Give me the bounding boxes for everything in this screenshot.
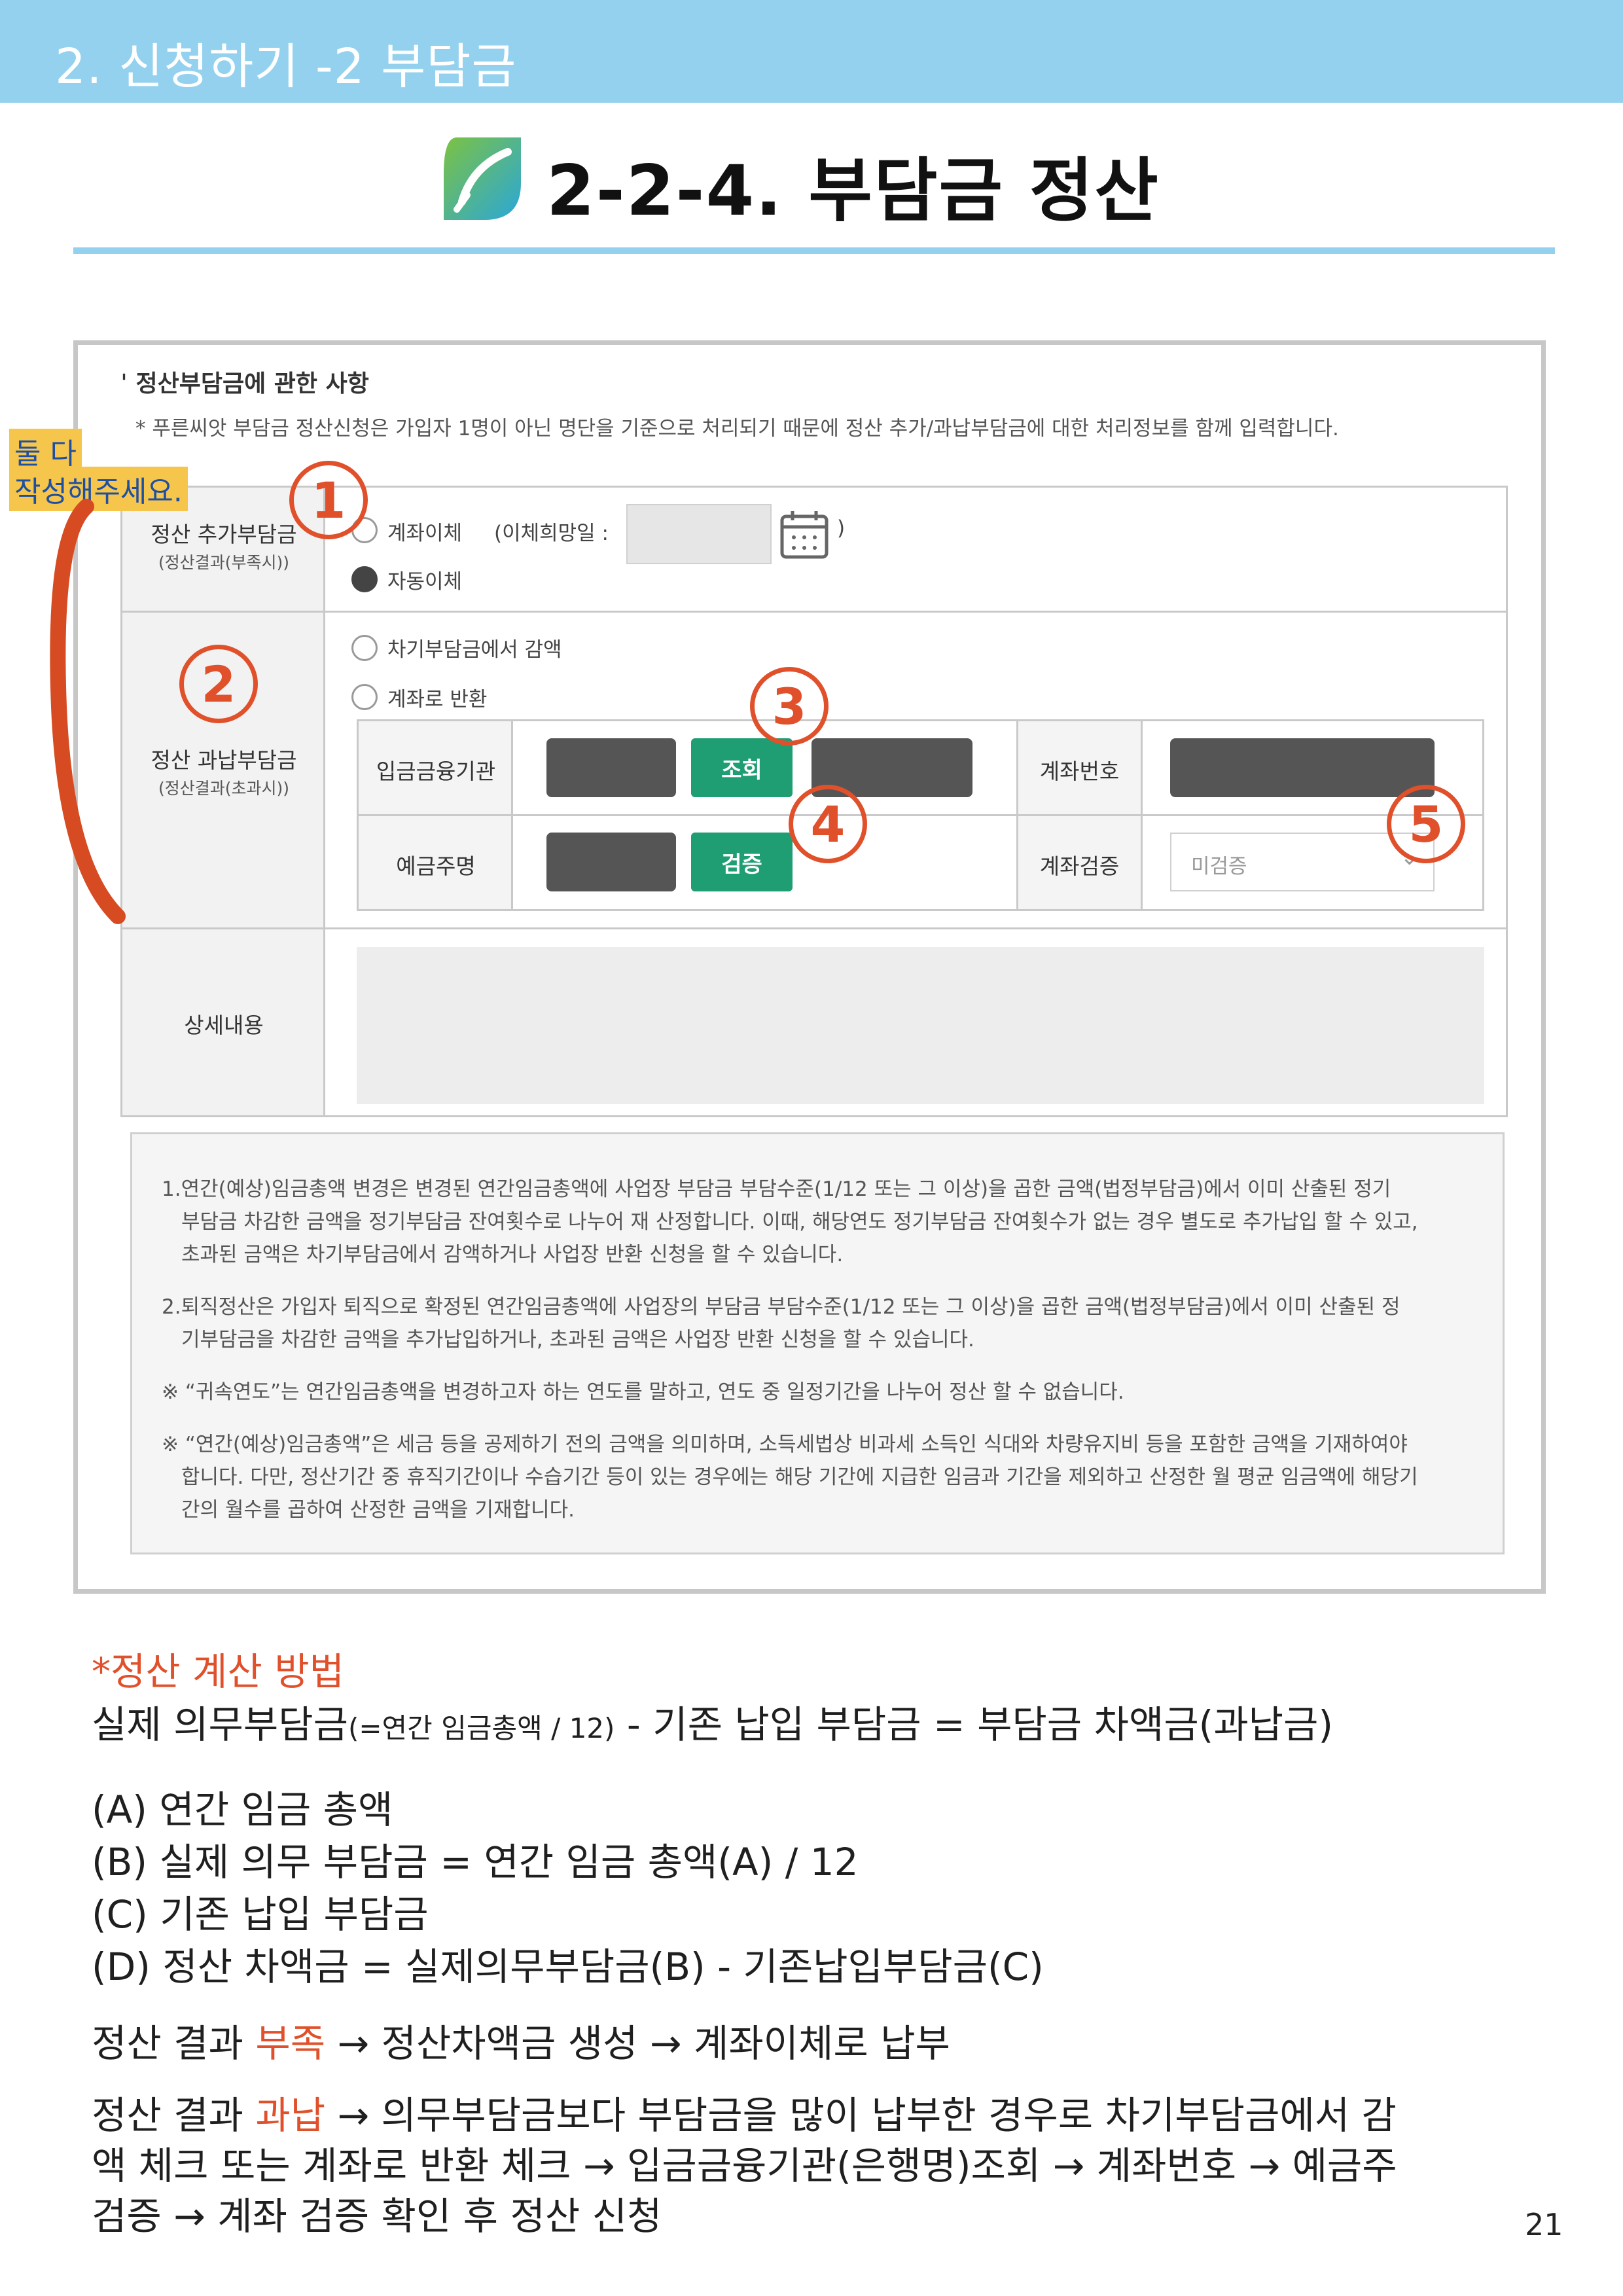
section-note: * 푸른씨앗 부담금 정산신청은 가입자 1명이 아닌 명단을 기준으로 처리되… [135,417,1339,440]
formula-part-c: - 기존 납입 부담금 = 부담금 차액금(과납금) [615,1702,1334,1747]
verify-status-value: 미검증 [1191,855,1247,878]
row3-label: 상세내용 [184,1013,264,1038]
formula-line: 실제 의무부담금(=연간 임금총액 / 12) - 기존 납입 부담금 = 부담… [92,1694,1333,1749]
radio-auto-label: 자동이체 [387,570,463,594]
info-line: 초과된 금액은 차기부담금에서 감액하거나 사업장 반환 신청을 할 수 있습니… [181,1243,844,1266]
verify-status-label: 계좌검증 [1039,853,1120,879]
transfer-date-label: (이체희망일 : [494,522,609,545]
radio-auto[interactable] [351,566,378,592]
annotation-4: 4 [789,785,867,863]
radio-deduct[interactable] [351,635,378,661]
header-title: 2. 신청하기 -2 부담금 [55,39,517,95]
formula-part-b: (=연간 임금총액 / 12) [348,1712,615,1744]
formula-part-a: 실제 의무부담금 [92,1702,348,1747]
transfer-date-close: ) [837,516,846,540]
excess-text: → 의무부담금보다 부담금을 많이 납부한 경우로 차기부담금에서 감 [325,2093,1397,2138]
section-title: ˈ 정산부담금에 관한 사항 [120,370,369,397]
info-line: ※ “연간(예상)임금총액”은 세금 등을 공제하기 전의 금액을 의미하며, … [162,1433,1408,1456]
shortage-line: 정산 결과 부족 → 정산차액금 생성 → 계좌이체로 납부 [92,2013,950,2068]
radio-deduct-label: 차기부담금에서 감액 [387,638,562,662]
account-label: 계좌번호 [1039,759,1120,784]
info-line: 부담금 차감한 금액을 정기부담금 잔여횟수로 나누어 재 산정합니다. 이때,… [181,1210,1418,1234]
excess-line1: 정산 결과 과납 → 의무부담금보다 부담금을 많이 납부한 경우로 차기부담금… [92,2085,1397,2140]
detail-textarea[interactable] [357,947,1484,1104]
leaf-logo-icon [444,137,521,220]
info-line: 합니다. 다만, 정산기간 중 휴직기간이나 수습기간 등이 있는 경우에는 해… [181,1465,1418,1489]
row2-label: 정산 과납부담금 [151,747,297,773]
method-heading: *정산 계산 방법 [92,1649,345,1694]
row1-sublabel: (정산결과(부족시)) [158,553,289,572]
radio-refund[interactable] [351,684,378,710]
bank-label: 입금금융기관 [376,759,496,784]
excess-word: 과납 [255,2093,326,2138]
bank-input[interactable] [546,738,676,797]
title-divider [73,247,1555,254]
annotation-3: 3 [750,667,829,745]
verify-button[interactable]: 검증 [691,833,793,891]
shortage-prefix: 정산 결과 [92,2021,256,2066]
transfer-date-input[interactable] [626,504,772,564]
excess-line2: 액 체크 또는 계좌로 반환 체크 → 입금금융기관(은행명)조회 → 계좌번호… [92,2144,1397,2188]
info-line: ※ “귀속연도”는 연간임금총액을 변경하고자 하는 연도를 말하고, 연도 중… [162,1380,1124,1404]
holder-label: 예금주명 [396,853,476,879]
info-line: 기부담금을 차감한 금액을 추가납입하거나, 초과된 금액은 사업장 반환 신청… [181,1328,974,1352]
shortage-suffix: → 정산차액금 생성 → 계좌이체로 납부 [325,2021,950,2066]
radio-refund-label: 계좌로 반환 [387,688,488,711]
item-a: (A) 연간 임금 총액 [92,1787,393,1832]
account-table: 입금금융기관 조회 계좌번호 예금주명 검증 계좌검증 미검증 ⌄ [357,719,1484,911]
info-line: 2.퇴직정산은 가입자 퇴직으로 확정된 연간임금총액에 사업장의 부담금 부담… [162,1295,1400,1319]
page-number: 21 [1525,2207,1563,2242]
radio-transfer-label: 계좌이체 [387,522,463,545]
row2-sublabel: (정산결과(초과시)) [158,779,289,798]
item-c: (C) 기존 납입 부담금 [92,1892,429,1937]
annotation-5: 5 [1387,785,1465,863]
info-line: 간의 월수를 곱하여 산정한 금액을 기재합니다. [181,1498,575,1522]
info-box: 1.연간(예상)임금총액 변경은 변경된 연간임금총액에 사업장 부담금 부담수… [130,1132,1505,1554]
item-b: (B) 실제 의무 부담금 = 연간 임금 총액(A) / 12 [92,1840,859,1884]
form-screenshot: ˈ 정산부담금에 관한 사항 * 푸른씨앗 부담금 정산신청은 가입자 1명이 … [73,340,1546,1594]
excess-prefix: 정산 결과 [92,2093,256,2138]
lookup-button[interactable]: 조회 [691,738,793,797]
calendar-icon[interactable] [778,509,830,561]
holder-input[interactable] [546,833,676,891]
shortage-word: 부족 [255,2021,326,2066]
row1-label: 정산 추가부담금 [151,522,297,547]
account-number-input[interactable] [1170,738,1435,797]
excess-line3: 검증 → 계좌 검증 확인 후 정산 신청 [92,2194,662,2238]
annotation-1: 1 [289,461,368,539]
item-d: (D) 정산 차액금 = 실제의무부담금(B) - 기존납입부담금(C) [92,1945,1044,1989]
info-line: 1.연간(예상)임금총액 변경은 변경된 연간임금총액에 사업장 부담금 부담수… [162,1177,1391,1201]
bracket-annotation [50,499,126,924]
page-title: 2-2-4. 부담금 정산 [546,151,1160,231]
annotation-2: 2 [179,645,258,723]
